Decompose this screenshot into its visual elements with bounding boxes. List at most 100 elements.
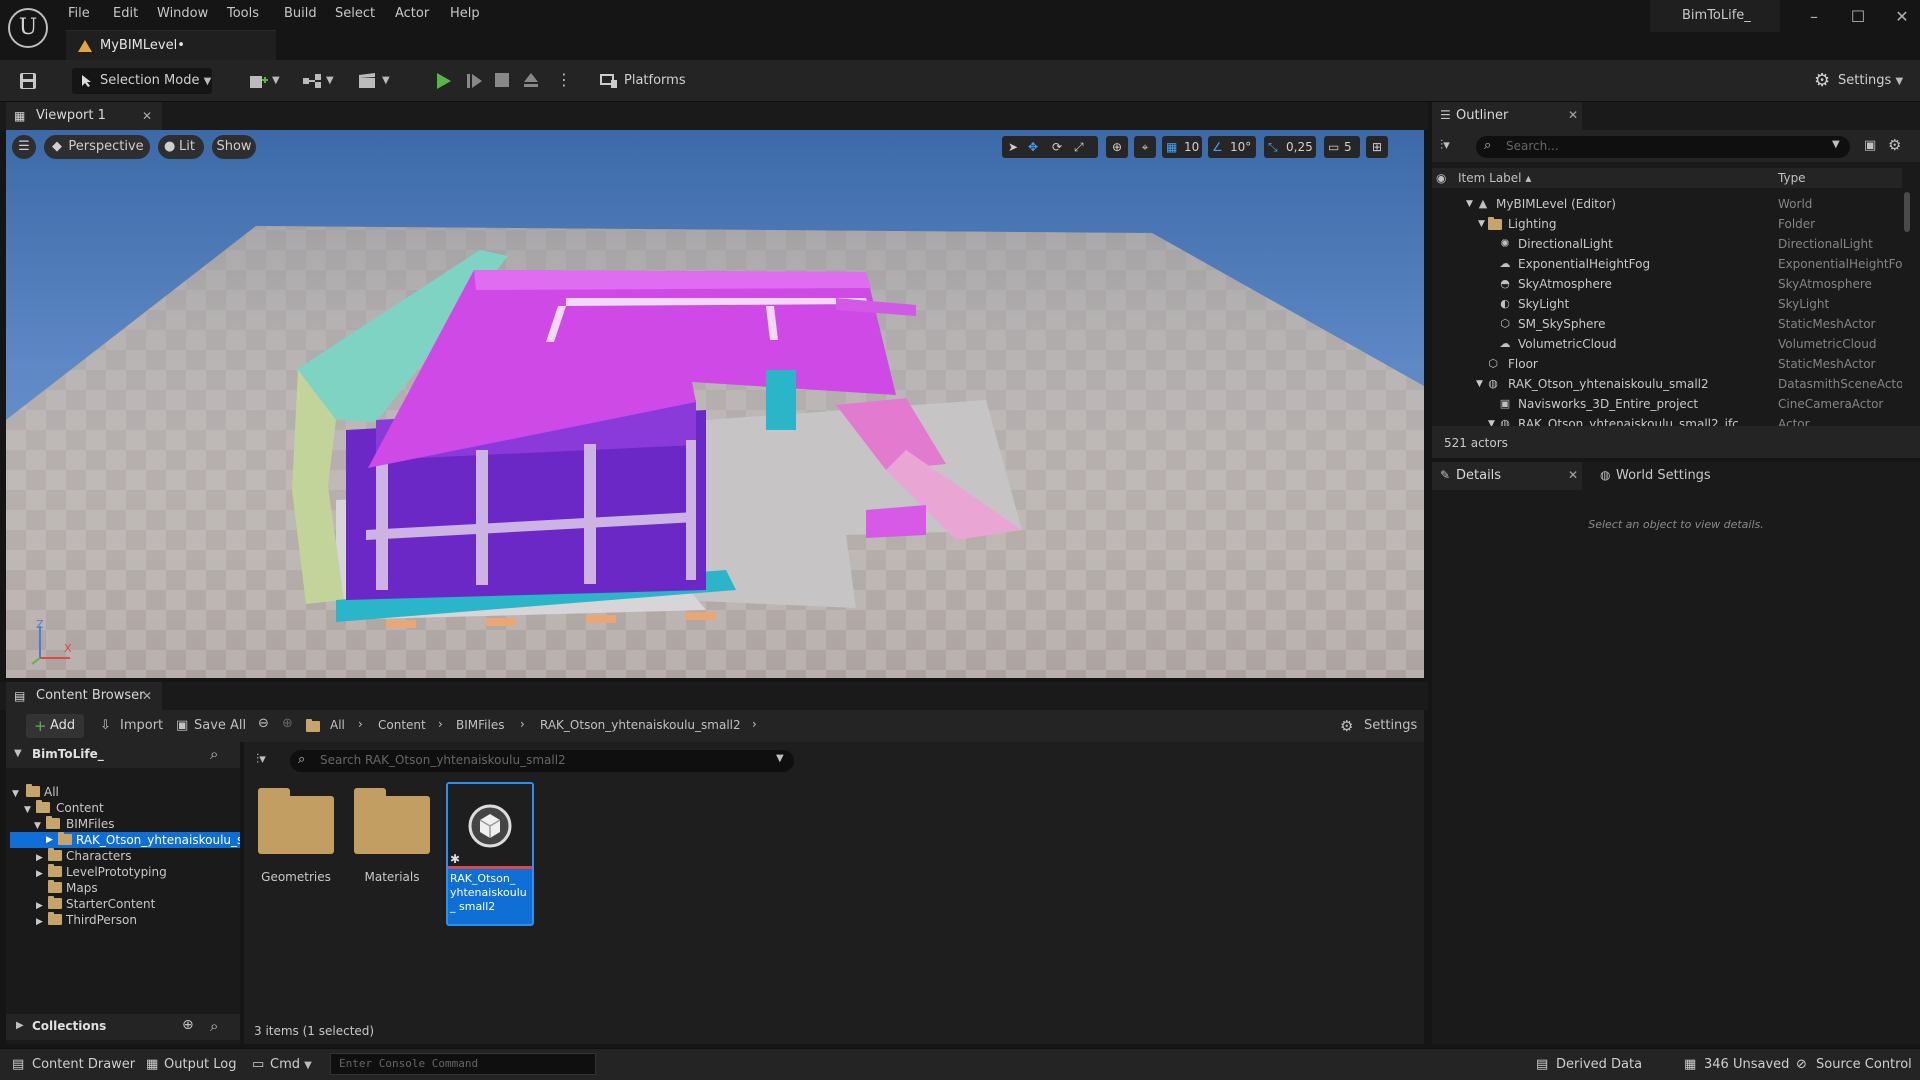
- blueprint-icon[interactable]: ▼: [300, 68, 340, 94]
- tree-item-rak-otson[interactable]: ▶ RAK_Otson_yhtenaiskoulu_s: [10, 832, 240, 848]
- outliner-row[interactable]: ☁ ExponentialHeightFog ExponentialHeightFo…: [1432, 254, 1903, 274]
- search-dropdown-icon[interactable]: ▼: [1832, 139, 1840, 150]
- tree-item-startercontent[interactable]: ▶ StarterContent: [36, 896, 240, 912]
- scale-snap-button[interactable]: ⤡ 0,25: [1264, 136, 1316, 158]
- menu-file[interactable]: File: [68, 6, 90, 21]
- outliner-row[interactable]: ▼ ▲ MyBIMLevel (Editor) World: [1432, 194, 1902, 214]
- asset-search-input[interactable]: ⌕ Search RAK_Otson_yhtenaiskoulu_small2 …: [290, 750, 794, 772]
- asset-tile-selected[interactable]: ✱ RAK_Otson_ yhtenaiskoulu_ small2: [446, 782, 534, 926]
- back-icon[interactable]: ⊖: [258, 716, 269, 731]
- menu-window[interactable]: Window: [157, 6, 208, 21]
- tree-item-bimfiles[interactable]: ▼ BIMFiles: [34, 816, 240, 832]
- save-icon[interactable]: [18, 71, 38, 91]
- outliner-row[interactable]: ☁ VolumetricCloud VolumetricCloud: [1432, 334, 1902, 354]
- layout-icon[interactable]: ⊞: [1366, 136, 1388, 158]
- save-all-button[interactable]: ▣ Save All: [176, 714, 246, 738]
- tree-item-characters[interactable]: ▶ Characters: [36, 848, 240, 864]
- menu-tools[interactable]: Tools: [227, 6, 259, 21]
- menu-build[interactable]: Build: [284, 6, 317, 21]
- project-root-label[interactable]: BimToLife_: [32, 747, 104, 761]
- breadcrumb-separator-icon[interactable]: ›: [438, 717, 443, 731]
- filter-icon[interactable]: ⫶▾: [1440, 138, 1450, 153]
- col-type[interactable]: Type: [1778, 168, 1806, 188]
- tab-viewport[interactable]: ▦ Viewport 1 ✕: [6, 102, 162, 130]
- rotate-tool-icon[interactable]: ⟳: [1052, 136, 1062, 158]
- cmd-dropdown[interactable]: ▭ Cmd ▼: [252, 1057, 312, 1072]
- lit-button[interactable]: ● Lit: [158, 135, 204, 159]
- folder-geometries-icon[interactable]: [258, 788, 334, 854]
- show-button[interactable]: Show: [212, 135, 256, 159]
- maximize-icon[interactable]: ☐: [1840, 7, 1876, 29]
- play-icon[interactable]: [434, 72, 452, 90]
- scale-tool-icon[interactable]: ⤢: [1074, 136, 1084, 158]
- output-log-button[interactable]: ▦ Output Log: [146, 1057, 237, 1072]
- collapse-icon[interactable]: ▼: [14, 748, 22, 759]
- derived-data-button[interactable]: ▤ Derived Data: [1536, 1057, 1642, 1072]
- folder-materials-icon[interactable]: [354, 788, 430, 854]
- world-local-icon[interactable]: ⊕: [1106, 136, 1128, 158]
- visibility-eye-icon[interactable]: ◉: [1436, 168, 1446, 188]
- outliner-row[interactable]: ⬡ Floor StaticMeshActor: [1432, 354, 1902, 374]
- platforms-dropdown[interactable]: Platforms ▼: [598, 68, 694, 113]
- close-window-icon[interactable]: ✕: [1884, 7, 1920, 29]
- filter-icon[interactable]: ⫶▾: [256, 752, 266, 767]
- collections-header[interactable]: ▶ Collections ⊕ ⌕: [6, 1014, 240, 1040]
- play-options-icon[interactable]: ⋮: [556, 70, 572, 89]
- outliner-row[interactable]: ◐ SkyLight SkyLight: [1432, 294, 1902, 314]
- breadcrumb-content[interactable]: Content: [378, 718, 426, 732]
- asset-label-materials[interactable]: Materials: [342, 870, 442, 884]
- breadcrumb-separator-icon[interactable]: ›: [752, 717, 757, 731]
- asset-label-geometries[interactable]: Geometries: [246, 870, 346, 884]
- breadcrumb-bimfiles[interactable]: BIMFiles: [456, 718, 504, 732]
- stop-icon[interactable]: [494, 72, 510, 88]
- tree-item-content[interactable]: ▼ Content: [24, 800, 240, 816]
- menu-select[interactable]: Select: [335, 6, 375, 21]
- breadcrumb-separator-icon[interactable]: ›: [358, 717, 363, 731]
- content-drawer-button[interactable]: ▤ Content Drawer: [12, 1057, 135, 1072]
- selection-mode-dropdown[interactable]: Selection Mode ▼: [72, 68, 212, 94]
- tree-item-maps[interactable]: Maps: [36, 880, 240, 896]
- tab-content-browser[interactable]: ▤ Content Browser ✕: [6, 682, 162, 710]
- viewport-menu-icon[interactable]: ☰: [12, 135, 36, 159]
- breadcrumb-current[interactable]: RAK_Otson_yhtenaiskoulu_small2: [540, 718, 741, 732]
- add-collection-icon[interactable]: ⊕: [182, 1017, 194, 1033]
- tab-outliner[interactable]: ☰ Outliner ✕: [1432, 102, 1582, 130]
- tab-details[interactable]: ✎ Details ✕: [1432, 462, 1582, 490]
- outliner-row[interactable]: ▣ Navisworks_3D_Entire_project CineCameraA…: [1432, 394, 1902, 414]
- eject-icon[interactable]: [522, 71, 540, 89]
- menu-edit[interactable]: Edit: [113, 6, 138, 21]
- col-item-label[interactable]: Item Label ▴: [1458, 168, 1531, 188]
- outliner-search-input[interactable]: ⌕ Search... ▼: [1476, 136, 1850, 158]
- grid-snap-button[interactable]: ▦ 10: [1162, 136, 1202, 158]
- tree-item-all[interactable]: ▼ All: [12, 784, 240, 800]
- search-icon[interactable]: ⌕: [210, 745, 218, 763]
- expand-icon[interactable]: ▶: [16, 1020, 24, 1031]
- forward-icon[interactable]: ⊕: [282, 716, 293, 731]
- content-browser-settings-button[interactable]: ⚙ Settings: [1340, 714, 1417, 738]
- settings-dropdown[interactable]: ⚙ Settings ▼: [1812, 68, 1908, 94]
- translate-tool-icon[interactable]: ✥: [1028, 136, 1038, 158]
- camera-speed-button[interactable]: ▭ 5: [1324, 136, 1360, 158]
- search-dropdown-icon[interactable]: ▼: [776, 753, 784, 764]
- tab-world-settings[interactable]: ◍ World Settings: [1592, 462, 1742, 490]
- source-control-button[interactable]: ⊘ Source Control: [1796, 1057, 1916, 1072]
- console-input[interactable]: Enter Console Command: [330, 1053, 596, 1075]
- outliner-row[interactable]: ◓ SkyAtmosphere SkyAtmosphere: [1432, 274, 1902, 294]
- close-details-icon[interactable]: ✕: [1568, 468, 1578, 482]
- breadcrumb-separator-icon[interactable]: ›: [520, 717, 525, 731]
- menu-actor[interactable]: Actor: [395, 6, 429, 21]
- unreal-logo-icon[interactable]: U: [8, 8, 48, 48]
- outliner-scrollbar[interactable]: [1904, 192, 1910, 232]
- search-icon[interactable]: ⌕: [210, 1017, 218, 1035]
- level-tab[interactable]: MyBIMLevel•: [66, 30, 276, 60]
- close-tab-icon[interactable]: ✕: [142, 682, 152, 710]
- outliner-row[interactable]: ▼ ◍ RAK_Otson_yhtenaiskoulu_small2_ifc Acto…: [1432, 414, 1902, 426]
- menu-help[interactable]: Help: [450, 6, 480, 21]
- import-button[interactable]: ⇩ Import: [100, 714, 163, 738]
- cinematics-icon[interactable]: ▼: [356, 68, 396, 94]
- add-button[interactable]: + Add: [26, 714, 84, 738]
- outliner-row[interactable]: ⬡ SM_SkySphere StaticMeshActor: [1432, 314, 1902, 334]
- minimize-icon[interactable]: –: [1796, 7, 1832, 29]
- outliner-row[interactable]: ▼ ◍ RAK_Otson_yhtenaiskoulu_small2 Datasmit…: [1432, 374, 1902, 394]
- breadcrumb-all[interactable]: All: [330, 718, 345, 732]
